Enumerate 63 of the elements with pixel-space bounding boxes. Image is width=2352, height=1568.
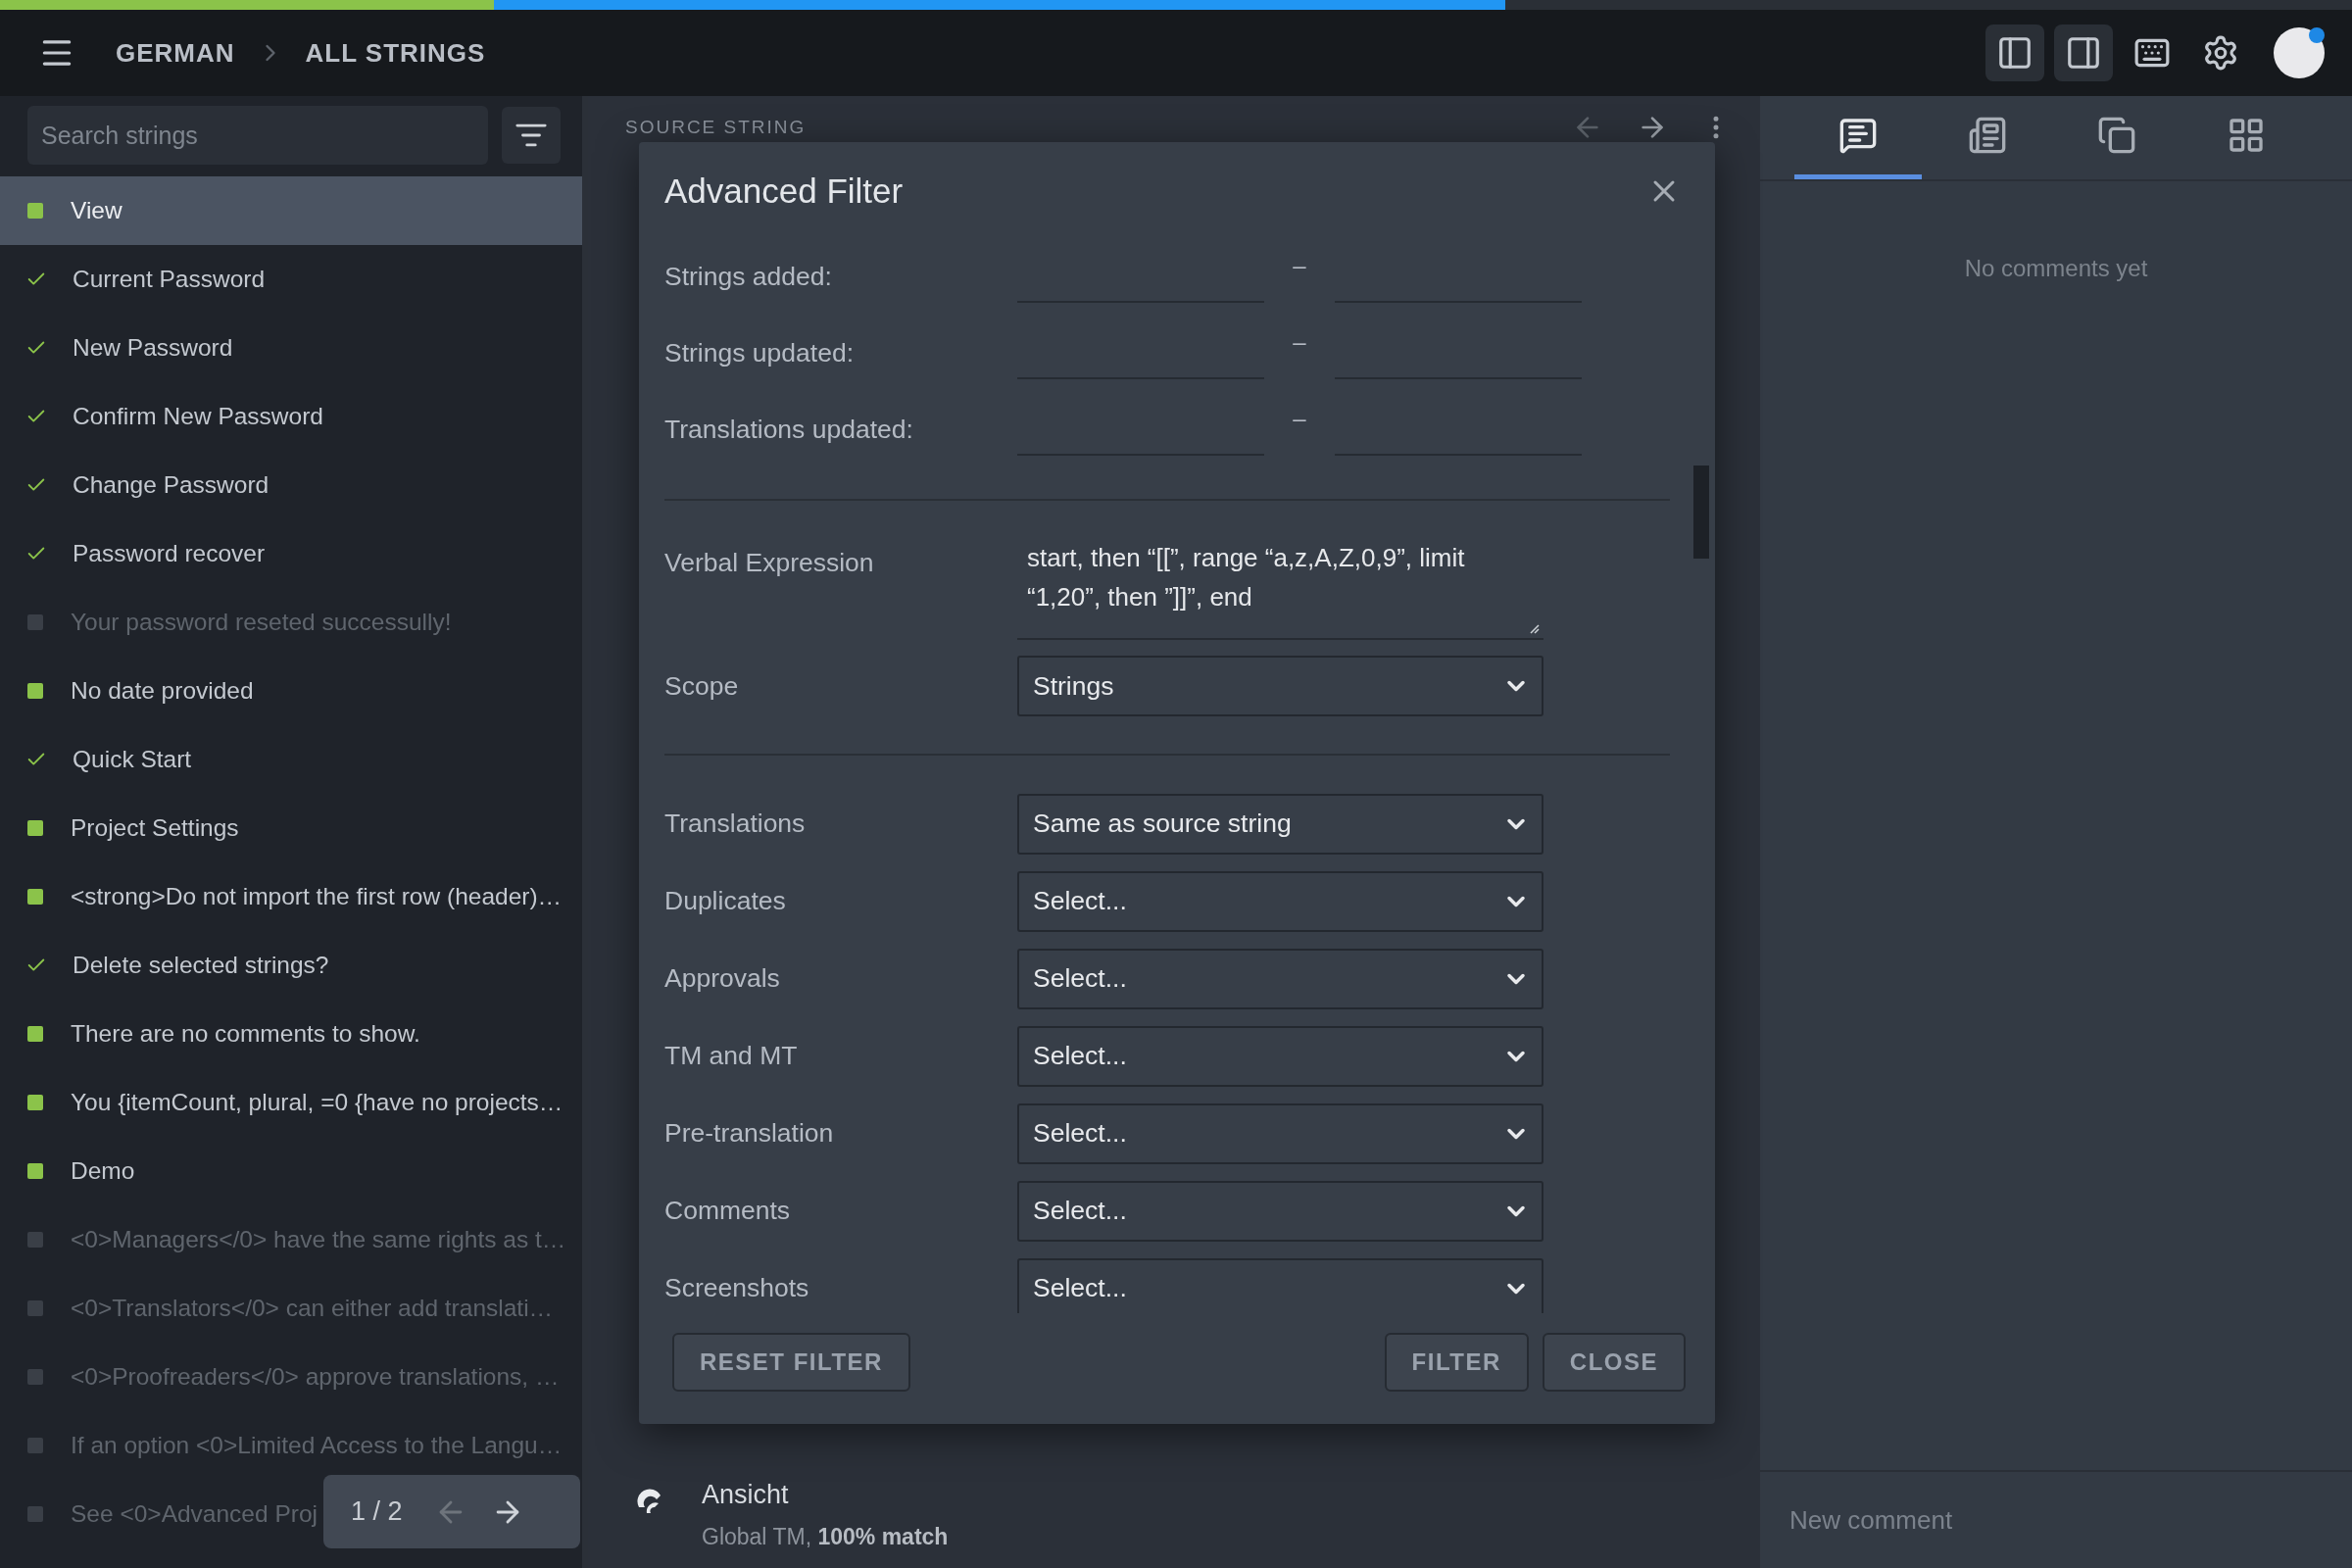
avatar[interactable]	[2274, 27, 2325, 78]
section-heading: SOURCE STRING	[625, 117, 808, 138]
settings-icon	[2202, 34, 2239, 72]
filter-select[interactable]: Select...	[1017, 1257, 1544, 1313]
scope-select[interactable]: Strings	[1017, 656, 1544, 716]
string-item[interactable]: You {itemCount, plural, =0 {have no projects…	[0, 1068, 567, 1137]
breadcrumb-link[interactable]: GERMAN	[116, 37, 235, 69]
left-panel-icon	[1996, 34, 2034, 72]
field-label: Scope	[664, 670, 740, 702]
range-dash: –	[1292, 405, 1307, 432]
scrollbar[interactable]	[1693, 466, 1709, 559]
string-item[interactable]: New Password	[0, 314, 237, 382]
field-label: Strings added:	[664, 262, 833, 292]
right-panel-icon	[2065, 34, 2102, 72]
comment-icon	[1838, 116, 1878, 155]
filter-button[interactable]: FILTER	[1384, 1332, 1529, 1392]
grid-icon	[2227, 116, 2266, 155]
breadcrumb-link[interactable]: ALL STRINGS	[305, 37, 486, 69]
filter-select[interactable]: Select...	[1017, 948, 1544, 1009]
filter-select[interactable]: Select...	[1017, 870, 1544, 932]
string-item[interactable]: There are no comments to show.	[0, 1000, 424, 1068]
string-item[interactable]: Delete selected strings?	[0, 931, 333, 1000]
string-item[interactable]: Current Password	[0, 245, 270, 314]
search-field[interactable]: Search strings	[27, 106, 489, 165]
range-dash: –	[1292, 252, 1307, 279]
pages-icon	[2097, 116, 2136, 155]
string-item[interactable]: Password recover	[0, 519, 270, 588]
field-label: TM and MT	[664, 1041, 799, 1071]
string-item[interactable]: View	[0, 176, 582, 245]
field-label: Strings updated:	[664, 338, 855, 368]
string-item[interactable]: No date provided	[0, 657, 258, 725]
field-label: Approvals	[664, 963, 781, 994]
string-item[interactable]: <strong>Do not import the first row (header)…	[0, 862, 566, 931]
left-panel-button[interactable]	[1985, 24, 2044, 81]
filter-select[interactable]: Select...	[1017, 1180, 1544, 1242]
right-panel-button[interactable]	[2054, 24, 2113, 81]
empty-message: No comments yet	[1964, 255, 2148, 281]
document-icon	[1968, 116, 2007, 155]
suggestion-text: Ansicht	[702, 1480, 790, 1510]
resize-grip-icon	[1528, 622, 1540, 634]
string-item[interactable]: Change Password	[0, 451, 273, 519]
filter-select[interactable]: Select...	[1017, 1025, 1544, 1087]
dialog-title: Advanced Filter	[664, 172, 905, 211]
expression-field[interactable]: start, then “[[”, range “a,z,A,Z,0,9”, limit “1,20”, then ”]]”, end	[1017, 530, 1544, 640]
page-counter: 1 / 2	[351, 1496, 403, 1527]
string-item[interactable]: Demo	[0, 1137, 139, 1205]
field-label: Verbal Expression	[664, 547, 875, 578]
filter-button[interactable]	[502, 107, 561, 164]
field-label: Translations updated:	[664, 415, 914, 445]
string-item[interactable]: Project Settings	[0, 794, 243, 862]
close-button[interactable]: CLOSE	[1542, 1332, 1686, 1392]
field-label: Comments	[664, 1196, 792, 1226]
field-label: Translations	[664, 808, 807, 839]
filter-select[interactable]: Same as source string	[1017, 793, 1544, 855]
suggestion-source: Global TM, 100% match	[702, 1524, 949, 1550]
range-dash: –	[1292, 328, 1307, 356]
field-label: Pre-translation	[664, 1118, 835, 1149]
filter-select[interactable]: Select...	[1017, 1102, 1544, 1164]
string-item[interactable]: Quick Start	[0, 725, 196, 794]
field-label: Screenshots	[664, 1273, 810, 1303]
field-label: Duplicates	[664, 886, 787, 916]
reset-button[interactable]: RESET FILTER	[672, 1332, 910, 1392]
string-item[interactable]: Confirm New Password	[0, 382, 327, 451]
